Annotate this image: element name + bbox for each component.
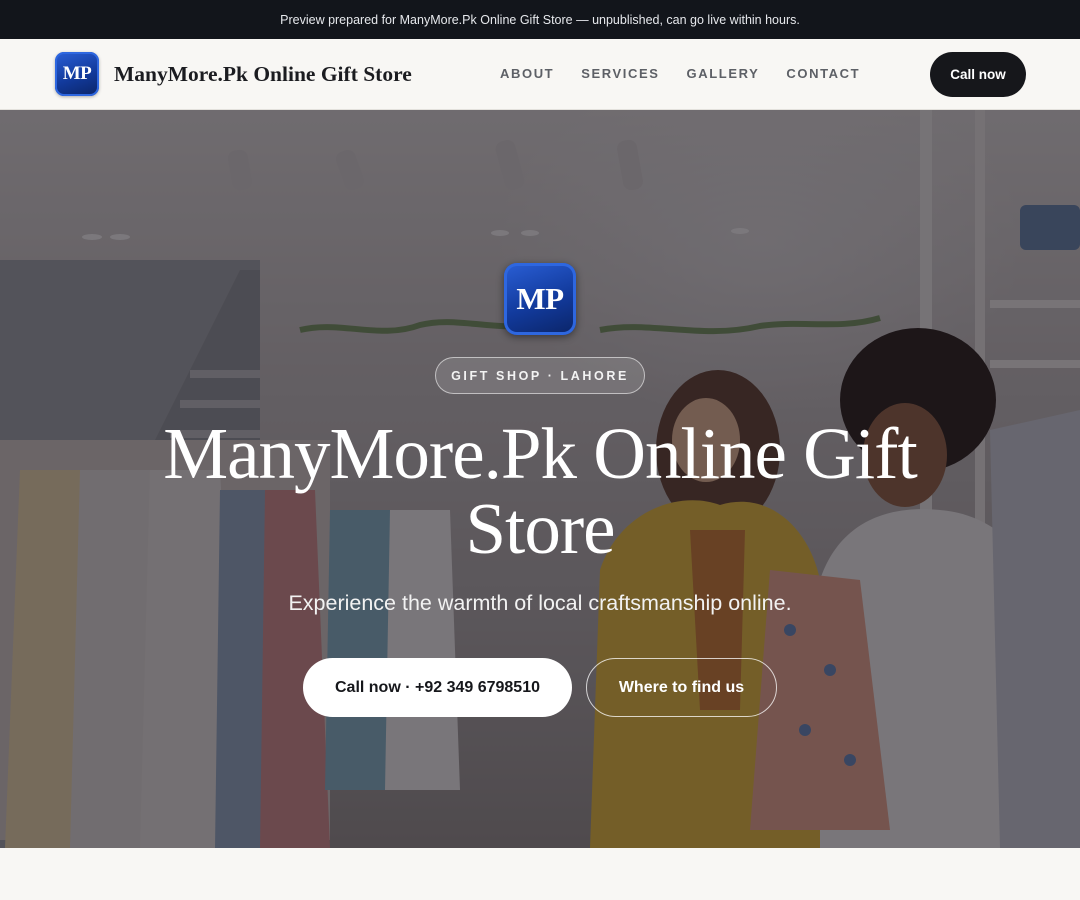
nav-link-about[interactable]: ABOUT <box>500 66 554 81</box>
brand-name: ManyMore.Pk Online Gift Store <box>114 61 412 86</box>
nav-link-contact[interactable]: CONTACT <box>786 66 860 81</box>
brand-logo-text: MP <box>62 63 92 84</box>
brand-link[interactable]: MP ManyMore.Pk Online Gift Store <box>55 52 412 96</box>
nav-link-gallery[interactable]: GALLERY <box>687 66 760 81</box>
hero-eyebrow-badge: GIFT SHOP · LAHORE <box>435 357 645 394</box>
preview-banner-text: Preview prepared for ManyMore.Pk Online … <box>280 12 800 27</box>
header-call-button[interactable]: Call now <box>930 52 1026 97</box>
brand-logo-icon: MP <box>55 52 99 96</box>
hero-title: ManyMore.Pk Online Gift Store <box>163 413 918 569</box>
nav-link-services[interactable]: SERVICES <box>581 66 659 81</box>
main-nav: ABOUT SERVICES GALLERY CONTACT <box>500 66 887 81</box>
site-header: MP ManyMore.Pk Online Gift Store ABOUT S… <box>0 39 1080 110</box>
hero-location-button[interactable]: Where to find us <box>586 658 777 717</box>
hero-content: MP GIFT SHOP · LAHORE ManyMore.Pk Online… <box>0 110 1080 848</box>
hero-subtitle: Experience the warmth of local craftsman… <box>288 591 792 615</box>
hero-logo-text: MP <box>516 281 564 316</box>
hero-section: MP GIFT SHOP · LAHORE ManyMore.Pk Online… <box>0 110 1080 848</box>
preview-banner: Preview prepared for ManyMore.Pk Online … <box>0 0 1080 39</box>
hero-call-button[interactable]: Call now · +92 349 6798510 <box>303 658 572 717</box>
hero-logo-icon: MP <box>504 263 576 335</box>
